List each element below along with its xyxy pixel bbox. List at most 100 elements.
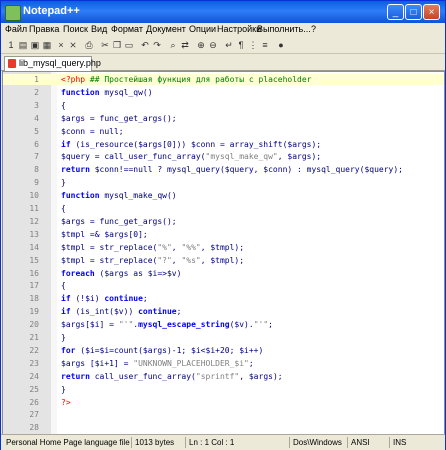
new-file-icon[interactable]: 1 (5, 39, 17, 51)
word-wrap-icon[interactable]: ↵ (223, 39, 235, 51)
line-code: if (is_int($v)) continue; (61, 306, 181, 317)
line-code: <?php ## Простейшая функция для работы с… (61, 74, 311, 85)
menu-view[interactable]: Вид (91, 24, 107, 34)
print-icon[interactable]: ⎙ (83, 39, 95, 51)
code-line[interactable]: 3{ (3, 100, 444, 111)
maximize-button[interactable]: □ (405, 4, 422, 20)
code-line[interactable]: 26 ?> (3, 397, 444, 408)
token-string: "'" (118, 320, 134, 330)
close-button[interactable]: × (423, 4, 440, 20)
menu-file[interactable]: Файл (5, 24, 27, 34)
menu-settings[interactable]: Настройки (217, 24, 261, 34)
copy-icon[interactable]: ❐ (111, 39, 123, 51)
code-line[interactable]: 20 $args[$i] = "'".mysql_escape_string($v… (3, 319, 444, 330)
code-line[interactable]: 10 function mysql_make_qw() (3, 190, 444, 201)
minimize-button[interactable]: _ (387, 4, 404, 20)
title-bar[interactable]: Notepad++ _ □ × (1, 1, 445, 23)
token-keyword: return (61, 165, 90, 175)
token-default: { (61, 281, 66, 291)
code-line[interactable]: 9} (3, 177, 444, 188)
find-icon[interactable]: ⌕ (167, 39, 179, 51)
user-lang-icon[interactable]: ≡ (259, 39, 271, 51)
line-number: 16 (29, 268, 39, 278)
menu-format[interactable]: Формат (111, 24, 143, 34)
redo-icon[interactable]: ↷ (151, 39, 163, 51)
menu-document[interactable]: Документ (146, 24, 186, 34)
token-keyword: function (61, 191, 100, 201)
token-string: "%" (157, 242, 172, 252)
code-line[interactable]: 21} (3, 332, 444, 343)
line-number: 28 (29, 423, 39, 433)
indent-guide-icon[interactable]: ⋮ (247, 39, 259, 51)
status-cursor-position: Ln : 1 Col : 1 (185, 437, 289, 448)
macro-record-icon[interactable]: ● (275, 39, 287, 51)
save-icon[interactable]: ▣ (29, 39, 41, 51)
zoom-in-icon[interactable]: ⊕ (195, 39, 207, 51)
token-var: $tmpl (61, 242, 86, 252)
token-tag: <?php (61, 75, 86, 84)
menu-options[interactable]: Опции (189, 24, 216, 34)
code-line[interactable]: 17 { (3, 280, 444, 291)
menu-search[interactable]: Поиск (63, 24, 88, 34)
code-line[interactable]: 8 return $conn!==null ? mysql_query($quer… (3, 164, 444, 175)
tab-lib-mysql-query[interactable]: lib_mysql_query.php (4, 56, 101, 71)
code-line[interactable]: 11 { (3, 203, 444, 214)
code-line[interactable]: 12 $args = func_get_args(); (3, 216, 444, 227)
paste-icon[interactable]: ▭ (123, 39, 135, 51)
code-line[interactable]: 15 $tmpl = str_replace("?", "%s", $tmpl); (3, 255, 444, 266)
line-number: 1 (34, 75, 39, 84)
code-line[interactable]: 27 (3, 409, 444, 420)
code-line[interactable]: 24 return call_user_func_array("sprintf",… (3, 371, 444, 382)
code-line[interactable]: 22 for ($i=$i=count($args)-1; $i<$i+20; $… (3, 345, 444, 356)
line-code: for ($i=$i=count($args)-1; $i<$i+20; $i+… (61, 345, 263, 356)
line-code: { (61, 100, 66, 111)
token-default: ($args as $i=>$v) (94, 268, 182, 278)
code-line[interactable]: 23 $args [$i+1] = "UNKNOWN_PLACEHOLDER_$i… (3, 358, 444, 369)
line-code: $tmpl = str_replace("%", "%%", $tmpl); (61, 242, 244, 253)
line-number: 5 (34, 126, 39, 136)
close-icon[interactable]: × (55, 39, 67, 51)
token-string: "UNKNOWN_PLACEHOLDER_$i" (133, 358, 249, 368)
code-line[interactable]: 13 $tmpl =& $args[0]; (3, 229, 444, 240)
line-code: $conn = null; (61, 126, 124, 137)
code-line[interactable]: 4 $args = func_get_args(); (3, 113, 444, 124)
undo-icon[interactable]: ↶ (139, 39, 151, 51)
line-code: $args[$i] = "'".mysql_escape_string($v).… (61, 319, 273, 330)
window-title: Notepad++ (23, 5, 80, 17)
line-code: { (61, 203, 66, 214)
open-file-icon[interactable]: ▤ (17, 39, 29, 51)
token-default: , $tmpl); (200, 255, 245, 265)
save-all-icon[interactable]: ▦ (41, 39, 53, 51)
code-line[interactable]: 14 $tmpl = str_replace("%", "%%", $tmpl); (3, 242, 444, 253)
code-line[interactable]: 16 foreach ($args as $i=>$v) (3, 268, 444, 279)
close-all-icon[interactable]: ⨯ (67, 39, 79, 51)
zoom-out-icon[interactable]: ⊖ (207, 39, 219, 51)
show-all-chars-icon[interactable]: ¶ (235, 39, 247, 51)
status-filesize: 1013 bytes (131, 437, 185, 448)
token-keyword: continue (138, 307, 177, 317)
code-line[interactable]: 19 if (is_int($v)) continue; (3, 306, 444, 317)
line-number: 7 (34, 152, 39, 162)
menu-edit[interactable]: Правка (29, 24, 59, 34)
token-keyword: return (61, 371, 90, 381)
token-keyword: continue (104, 294, 143, 304)
code-line[interactable]: 7 $query = call_user_func_array("mysql_ma… (3, 151, 444, 162)
code-line[interactable]: 2 function mysql_qw() (3, 87, 444, 98)
code-line[interactable]: 18 if (!$i) continue; (3, 293, 444, 304)
code-line[interactable]: 1 <?php ## Простейшая функция для работы … (3, 74, 444, 85)
menu-help[interactable]: ? (311, 24, 316, 34)
code-line[interactable]: 6 if (is_resource($args[0])) $conn = arra… (3, 139, 444, 150)
token-default: ($i=$i=count($args)-1; $i<$i+20; $i++) (75, 345, 264, 355)
code-line[interactable]: 5 $conn = null; (3, 126, 444, 137)
code-editor[interactable]: 1 <?php ## Простейшая функция для работы … (2, 71, 445, 435)
token-default: ; (176, 307, 182, 317)
token-default: = func_get_args(); (85, 216, 177, 226)
replace-icon[interactable]: ⇄ (179, 39, 191, 51)
code-line[interactable]: 25} (3, 384, 444, 395)
code-line[interactable]: 28 (3, 422, 444, 433)
line-number: 22 (29, 345, 39, 355)
token-default: (!$i) (70, 294, 105, 304)
menu-run[interactable]: Выполнить... (257, 24, 311, 34)
cut-icon[interactable]: ✂ (99, 39, 111, 51)
token-keyword: if (61, 294, 71, 304)
